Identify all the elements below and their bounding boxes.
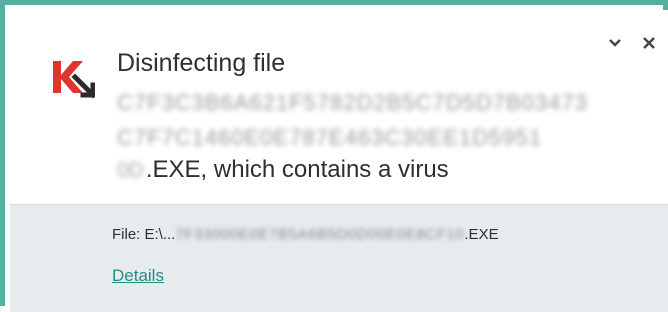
kaspersky-logo-icon bbox=[47, 53, 97, 101]
close-icon[interactable] bbox=[640, 34, 658, 52]
chevron-down-icon[interactable] bbox=[606, 34, 624, 52]
notification-message: 0D.EXE, which contains a virus bbox=[117, 156, 449, 184]
file-extension: .EXE bbox=[464, 226, 499, 243]
file-path: File: E:\...7F33000E0E7B5A6B5D0D00E0E8CF… bbox=[112, 226, 499, 243]
blurred-filename-end: 0D bbox=[117, 159, 144, 182]
notification-footer bbox=[10, 204, 668, 312]
file-path-blurred: 7F33000E0E7B5A6B5D0D00E0E8CF10 bbox=[175, 226, 465, 243]
details-link[interactable]: Details bbox=[112, 266, 164, 286]
notification-title: Disinfecting file bbox=[117, 49, 286, 77]
window-controls bbox=[606, 34, 658, 52]
blurred-filename-line-1: C7F3C3B6A621F5782D2B5C7D5D7B03473 bbox=[117, 90, 588, 115]
notification-body: Disinfecting file C7F3C3B6A621F5782D2B5C… bbox=[10, 10, 668, 204]
notification-window: Disinfecting file C7F3C3B6A621F5782D2B5C… bbox=[0, 0, 668, 312]
file-label: File: E:\... bbox=[112, 226, 176, 243]
message-text: .EXE, which contains a virus bbox=[145, 156, 449, 183]
blurred-filename-line-2: C7F7C1460E0E787E463C30EE1D5951 bbox=[117, 125, 543, 150]
